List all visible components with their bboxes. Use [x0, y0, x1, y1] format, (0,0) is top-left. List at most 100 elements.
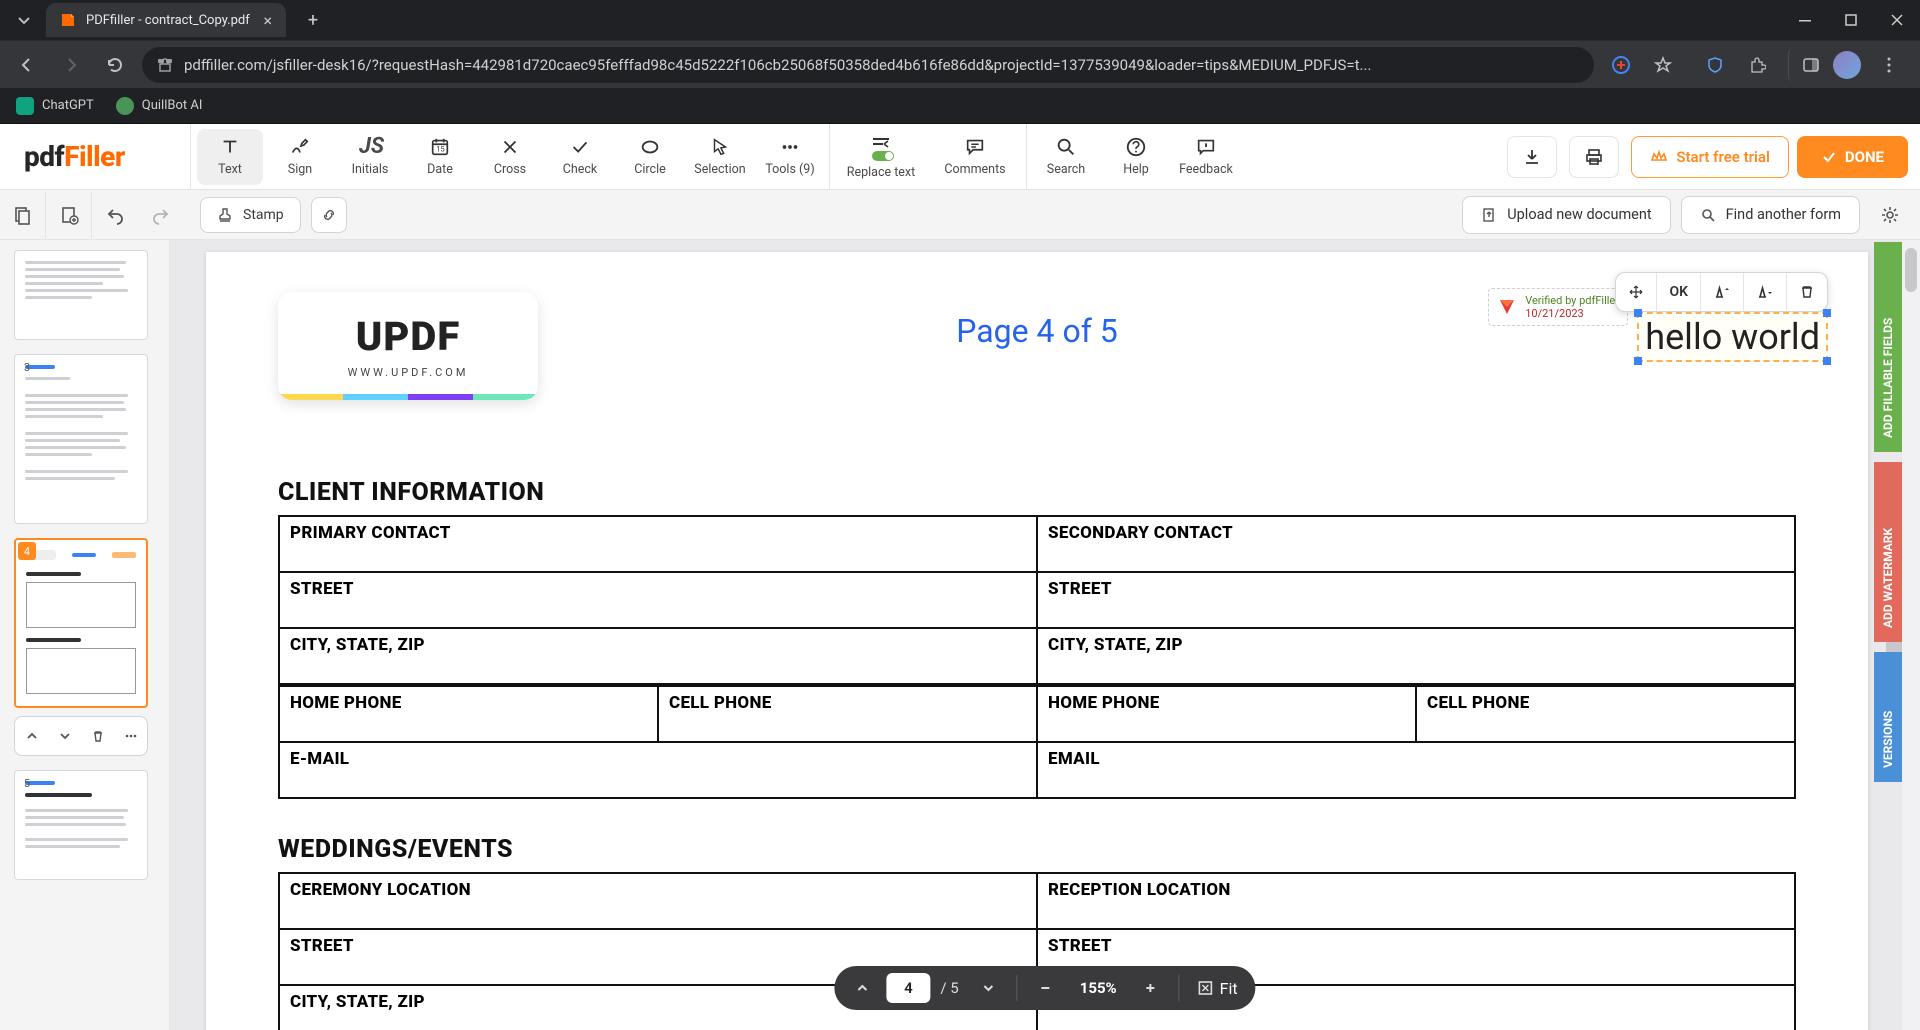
table-cell[interactable]: E-MAIL [279, 742, 1037, 798]
tool-comments[interactable]: Comments [930, 129, 1020, 185]
bookmark-chatgpt[interactable]: ChatGPT [16, 97, 94, 115]
tool-cross[interactable]: Cross [477, 129, 543, 185]
table-cell[interactable]: PRIMARY CONTACT [279, 516, 1037, 572]
tool-more-tools[interactable]: Tools (9) [757, 129, 823, 185]
zoom-level[interactable]: 155% [1070, 979, 1127, 997]
zoom-fit[interactable]: Fit [1188, 979, 1248, 998]
popup-font-decrease[interactable] [1744, 273, 1787, 311]
document-canvas[interactable]: UPDF WWW.UPDF.COM Page 4 of 5 Verified b… [170, 240, 1920, 1030]
table-cell[interactable]: HOME PHONE [279, 686, 658, 742]
canvas-scrollbar[interactable] [1902, 240, 1920, 1030]
resize-handle[interactable] [1634, 357, 1642, 365]
find-form-button[interactable]: Find another form [1681, 196, 1860, 234]
quillbot-icon [116, 97, 134, 115]
download-button[interactable] [1507, 136, 1557, 178]
new-tab-button[interactable]: + [298, 5, 328, 35]
popup-ok[interactable]: OK [1657, 273, 1701, 311]
nav-back-button[interactable] [10, 48, 44, 82]
page-next[interactable] [969, 968, 1009, 1008]
google-services-icon[interactable] [1604, 48, 1638, 82]
thumb-more[interactable] [124, 729, 138, 743]
tool-feedback[interactable]: Feedback [1173, 129, 1239, 185]
section-heading: CLIENT INFORMATION [278, 478, 1796, 507]
rail-watermark[interactable]: ADD WATERMARK [1874, 462, 1902, 642]
page-current-input[interactable]: 4 [886, 973, 930, 1003]
verified-badge[interactable]: Verified by pdfFiller 10/21/2023 [1488, 288, 1628, 326]
table-cell[interactable]: CELL PHONE [658, 686, 1037, 742]
side-panel-button[interactable] [1788, 48, 1822, 82]
start-trial-button[interactable]: Start free trial [1631, 136, 1789, 178]
resize-handle[interactable] [1823, 357, 1831, 365]
table-cell[interactable]: STREET [1037, 572, 1795, 628]
pages-panel-button[interactable] [0, 192, 46, 238]
tool-circle[interactable]: Circle [617, 129, 683, 185]
window-minimize-button[interactable] [1782, 0, 1828, 40]
tab-close-button[interactable]: × [263, 11, 272, 30]
table-cell[interactable]: SECONDARY CONTACT [1037, 516, 1795, 572]
table-cell[interactable]: CEREMONY LOCATION [279, 873, 1037, 929]
rail-fillable-fields[interactable]: ADD FILLABLE FIELDS [1874, 242, 1902, 452]
tool-label: Selection [694, 162, 745, 177]
browser-menu-button[interactable] [1872, 48, 1906, 82]
text-annotation-box[interactable]: hello world [1637, 312, 1828, 362]
tool-search[interactable]: Search [1033, 129, 1099, 185]
settings-button[interactable] [1870, 192, 1910, 238]
table-cell[interactable]: RECEPTION LOCATION [1037, 873, 1795, 929]
table-cell[interactable]: CELL PHONE [1416, 686, 1795, 742]
table-cell[interactable]: CITY, STATE, ZIP [279, 628, 1037, 684]
tool-text[interactable]: Text [197, 129, 263, 185]
table-cell[interactable]: HOME PHONE [1037, 686, 1416, 742]
resize-handle[interactable] [1634, 309, 1642, 317]
upload-document-button[interactable]: Upload new document [1462, 196, 1670, 234]
redo-button[interactable] [138, 192, 184, 238]
bookmark-quillbot[interactable]: QuillBot AI [116, 97, 203, 115]
tool-date[interactable]: 15 Date [407, 129, 473, 185]
thumbnail-page-4[interactable]: 4 [14, 538, 148, 756]
tool-check[interactable]: Check [547, 129, 613, 185]
bookmark-star-button[interactable] [1646, 48, 1680, 82]
site-info-icon[interactable] [156, 56, 174, 74]
resize-handle[interactable] [1823, 309, 1831, 317]
tool-sign[interactable]: Sign [267, 129, 333, 185]
window-close-button[interactable] [1874, 0, 1920, 40]
browser-tab[interactable]: PDFfiller - contract_Copy.pdf × [46, 3, 286, 37]
zoom-in[interactable] [1131, 968, 1171, 1008]
annotation-text[interactable]: hello world [1645, 316, 1820, 358]
thumb-delete[interactable] [91, 729, 105, 743]
add-page-button[interactable] [46, 192, 92, 238]
popup-delete[interactable] [1787, 273, 1827, 311]
app-logo[interactable]: pdfFiller [0, 124, 190, 189]
popup-font-increase[interactable] [1701, 273, 1744, 311]
tool-replace-text[interactable]: Replace text [836, 129, 926, 185]
zoom-out[interactable] [1026, 968, 1066, 1008]
undo-button[interactable] [92, 192, 138, 238]
page-prev[interactable] [842, 968, 882, 1008]
stamp-button[interactable]: Stamp [200, 197, 301, 233]
print-button[interactable] [1569, 136, 1619, 178]
pdf-page[interactable]: UPDF WWW.UPDF.COM Page 4 of 5 Verified b… [206, 252, 1868, 1030]
tool-initials[interactable]: JS Initials [337, 129, 403, 185]
nav-reload-button[interactable] [98, 48, 132, 82]
tab-search-toggle[interactable] [8, 4, 40, 36]
extension-shield-button[interactable] [1698, 48, 1732, 82]
thumb-move-up[interactable] [25, 729, 39, 743]
tool-help[interactable]: Help [1103, 129, 1169, 185]
table-cell[interactable]: CITY, STATE, ZIP [1037, 628, 1795, 684]
thumbnail-page-2-partial[interactable] [14, 250, 148, 340]
section-heading: WEDDINGS/EVENTS [278, 835, 1796, 864]
profile-avatar[interactable] [1830, 48, 1864, 82]
nav-forward-button[interactable] [54, 48, 88, 82]
rail-versions[interactable]: VERSIONS [1874, 652, 1902, 782]
extensions-button[interactable] [1740, 48, 1774, 82]
thumbnail-page-5[interactable]: 5 [14, 770, 148, 880]
link-button[interactable] [311, 197, 347, 233]
popup-move[interactable] [1616, 273, 1657, 311]
thumbnail-page-3[interactable]: 3 [14, 354, 148, 524]
tool-selection[interactable]: Selection [687, 129, 753, 185]
table-cell[interactable]: STREET [279, 572, 1037, 628]
thumb-move-down[interactable] [58, 729, 72, 743]
window-maximize-button[interactable] [1828, 0, 1874, 40]
url-field[interactable]: pdffiller.com/jsfiller-desk16/?requestHa… [142, 47, 1594, 83]
done-button[interactable]: DONE [1797, 136, 1908, 178]
table-cell[interactable]: EMAIL [1037, 742, 1795, 798]
